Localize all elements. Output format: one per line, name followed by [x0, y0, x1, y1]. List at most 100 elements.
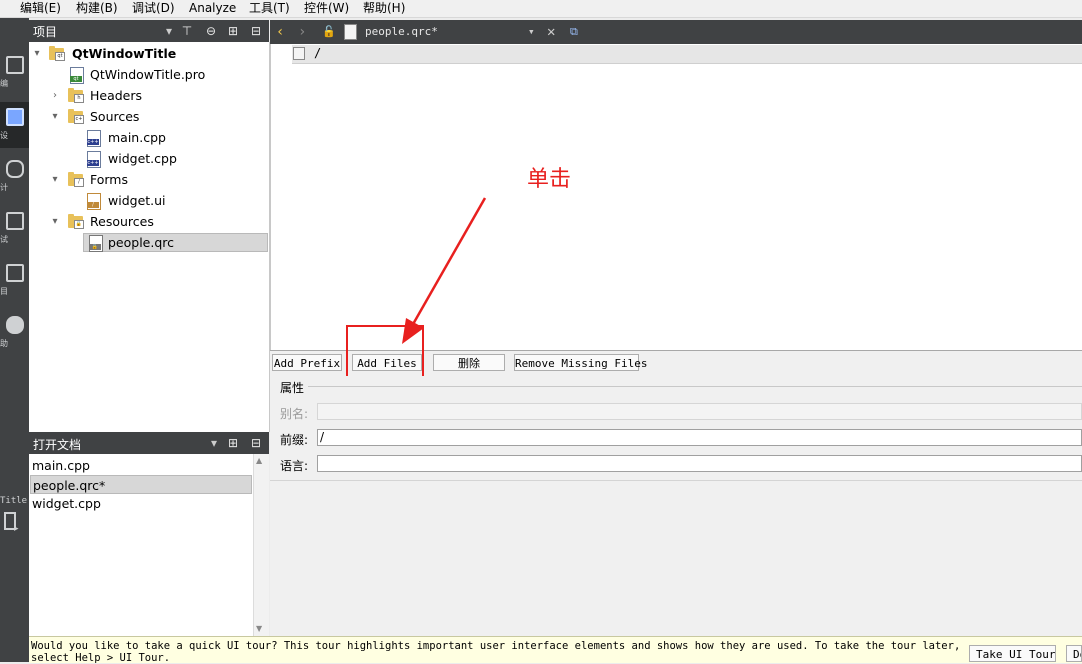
- editor-toolbar: ‹ › 🔓 people.qrc* ▾ ✕ ⧉: [270, 20, 1082, 44]
- menu-debug[interactable]: 调试(D): [132, 1, 175, 15]
- open-documents-header: 打开文档 ▾ ⊞ ⊟: [29, 432, 269, 454]
- tree-item-label: Forms: [90, 172, 129, 187]
- tree-item-label: widget.ui: [108, 193, 166, 208]
- pane-dropdown-icon[interactable]: ▾: [206, 435, 222, 451]
- mode-sidebar: 编 设 计 试 目 助 Title ▸: [0, 18, 29, 662]
- language-label: 语言:: [280, 459, 309, 473]
- split-icon[interactable]: ⊞: [225, 23, 241, 39]
- tree-item-label: Headers: [90, 88, 143, 103]
- tree-item-label: QtWindowTitle.pro: [90, 67, 206, 82]
- design-mode-icon: [6, 108, 24, 126]
- pro-file-icon: qt: [70, 67, 84, 84]
- tree-item-widget-cpp[interactable]: c++ widget.cpp: [29, 149, 269, 169]
- link-icon[interactable]: ⊖: [203, 23, 219, 39]
- menu-tools[interactable]: 工具(T): [249, 1, 290, 15]
- properties-bottom-divider: [270, 480, 1082, 481]
- properties-divider: [308, 386, 1082, 387]
- pane-dropdown-icon[interactable]: ▾: [161, 23, 177, 39]
- tree-item-project[interactable]: ▾ qt QtWindowTitle: [29, 44, 269, 64]
- open-documents-list: main.cpp people.qrc* widget.cpp: [29, 454, 253, 636]
- resources-folder-icon: 🔒: [68, 214, 84, 229]
- collapsed-arrow-icon[interactable]: ›: [49, 86, 61, 106]
- menu-analyze[interactable]: Analyze: [189, 1, 236, 15]
- filter-icon[interactable]: ⊤: [179, 23, 195, 39]
- close-pane-icon[interactable]: ⊟: [248, 435, 264, 451]
- split-editor-icon[interactable]: ⧉: [570, 20, 578, 44]
- close-pane-icon[interactable]: ⊟: [248, 23, 264, 39]
- tree-item-label: Sources: [90, 109, 140, 124]
- mode-debug-button[interactable]: 计: [0, 154, 29, 200]
- prefix-row[interactable]: /: [292, 45, 1082, 64]
- alias-field[interactable]: [317, 403, 1082, 420]
- ui-tour-message: Would you like to take a quick UI tour? …: [31, 640, 961, 664]
- mode-design-button[interactable]: 设: [0, 102, 29, 148]
- tree-item-sources[interactable]: ▾ c+ Sources: [29, 107, 269, 127]
- expand-arrow-icon[interactable]: ▾: [49, 212, 61, 232]
- target-arrow-icon[interactable]: ▸: [14, 524, 19, 534]
- lock-icon[interactable]: 🔓: [322, 20, 336, 44]
- expand-arrow-icon[interactable]: ▾: [31, 44, 43, 64]
- take-ui-tour-button[interactable]: Take UI Tour: [969, 645, 1056, 662]
- sources-folder-icon: c+: [68, 109, 84, 124]
- qrc-file-icon: 🔒: [89, 235, 103, 252]
- menu-bar: 编辑(E) 构建(B) 调试(D) Analyze 工具(T) 控件(W) 帮助…: [0, 0, 1082, 18]
- mode-label: 设: [0, 131, 8, 140]
- mode-label: 计: [0, 183, 8, 192]
- mode-label: 试: [0, 235, 8, 244]
- dismiss-tour-button[interactable]: Do: [1066, 645, 1082, 662]
- add-prefix-button[interactable]: Add Prefix: [272, 354, 342, 371]
- tree-item-forms[interactable]: ▾ / Forms: [29, 170, 269, 190]
- debug-mode-icon: [6, 160, 24, 178]
- open-doc-item-selected[interactable]: people.qrc*: [30, 475, 252, 494]
- prefix-field-label: 前缀:: [280, 433, 309, 447]
- tree-item-pro-file[interactable]: qt QtWindowTitle.pro: [29, 65, 269, 85]
- expand-arrow-icon[interactable]: ▾: [49, 107, 61, 127]
- split-icon[interactable]: ⊞: [225, 435, 241, 451]
- cpp-file-icon: c++: [87, 151, 101, 168]
- mode-edit-button[interactable]: 编: [0, 50, 29, 96]
- mode-analyze-button[interactable]: 目: [0, 258, 29, 304]
- edit-mode-icon: [6, 56, 24, 74]
- expand-arrow-icon[interactable]: ▾: [49, 170, 61, 190]
- properties-panel: 属性 别名: 前缀: / 语言:: [270, 376, 1082, 636]
- mode-help-button[interactable]: 助: [0, 310, 29, 356]
- remove-missing-files-button[interactable]: Remove Missing Files: [514, 354, 647, 371]
- prefix-icon: [293, 47, 305, 60]
- tree-item-label: Resources: [90, 214, 154, 229]
- properties-title: 属性: [280, 381, 305, 395]
- tree-item-resources[interactable]: ▾ 🔒 Resources: [29, 212, 269, 232]
- projects-mode-icon: [6, 212, 24, 230]
- prefix-field[interactable]: /: [317, 429, 1082, 446]
- remove-button[interactable]: 删除: [433, 354, 505, 371]
- menu-edit[interactable]: 编辑(E): [20, 1, 61, 15]
- forms-folder-icon: /: [68, 172, 84, 187]
- menu-help[interactable]: 帮助(H): [363, 1, 405, 15]
- prefix-label: /: [314, 46, 322, 60]
- project-folder-icon: qt: [49, 46, 65, 61]
- tree-item-main-cpp[interactable]: c++ main.cpp: [29, 128, 269, 148]
- mode-projects-button[interactable]: 试: [0, 206, 29, 252]
- tree-item-widget-ui[interactable]: / widget.ui: [29, 191, 269, 211]
- help-mode-icon: [6, 316, 24, 334]
- tree-item-headers[interactable]: › h Headers: [29, 86, 269, 106]
- open-documents-scrollbar[interactable]: ▲ ▼: [253, 454, 269, 636]
- document-dropdown-icon[interactable]: ▾: [528, 20, 535, 44]
- document-selector[interactable]: people.qrc*: [365, 20, 438, 44]
- menu-build[interactable]: 构建(B): [76, 1, 118, 15]
- back-icon[interactable]: ‹: [276, 20, 284, 44]
- alias-label: 别名:: [280, 407, 309, 421]
- menu-controls[interactable]: 控件(W): [304, 1, 349, 15]
- tree-item-people-qrc[interactable]: 🔒 people.qrc: [83, 233, 268, 252]
- close-document-icon[interactable]: ✕: [547, 20, 555, 44]
- language-field[interactable]: [317, 455, 1082, 472]
- open-doc-item[interactable]: widget.cpp: [30, 494, 252, 513]
- scroll-down-icon[interactable]: ▼: [256, 624, 262, 633]
- ui-tour-info-bar: Would you like to take a quick UI tour? …: [29, 636, 1082, 664]
- forward-icon[interactable]: ›: [298, 20, 306, 44]
- headers-folder-icon: h: [68, 88, 84, 103]
- open-doc-item[interactable]: main.cpp: [30, 456, 252, 475]
- project-pane-header: 项目 ▾ ⊤ ⊖ ⊞ ⊟: [29, 20, 269, 42]
- tree-item-label: people.qrc: [108, 235, 175, 250]
- scroll-up-icon[interactable]: ▲: [256, 456, 262, 465]
- tree-item-label: main.cpp: [108, 130, 166, 145]
